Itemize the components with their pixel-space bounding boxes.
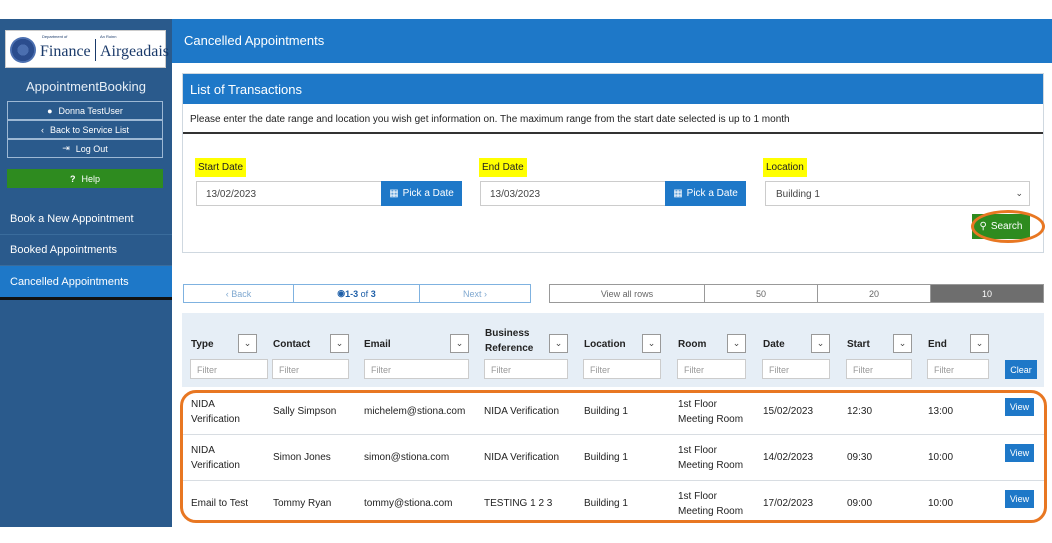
- nav-label: Book a New Appointment: [10, 213, 134, 225]
- col-date: Date: [763, 339, 785, 350]
- filter-contact[interactable]: Filter: [272, 359, 349, 379]
- chevron-down-icon[interactable]: ⌄: [238, 334, 257, 353]
- pager-total: 3: [370, 288, 376, 299]
- user-name: Donna TestUser: [58, 105, 123, 116]
- logo-divider: [95, 39, 96, 61]
- panel-intro: Please enter the date range and location…: [183, 104, 1043, 134]
- app-name: AppointmentBooking: [26, 79, 146, 94]
- filter-type[interactable]: Filter: [190, 359, 268, 379]
- pager-range: 1-3: [345, 288, 359, 299]
- calendar-icon: ▦: [673, 188, 683, 199]
- logout-button[interactable]: ⇥ Log Out: [7, 139, 163, 158]
- nav-label: Cancelled Appointments: [10, 275, 129, 288]
- transactions-panel: List of Transactions Please enter the da…: [182, 73, 1044, 253]
- app-root: Department of Finance An Roinn Airgeadai…: [0, 0, 1052, 543]
- page-title: Cancelled Appointments: [184, 33, 325, 48]
- filter-room[interactable]: Filter: [677, 359, 746, 379]
- help-button[interactable]: ? Help: [7, 169, 163, 188]
- col-start: Start: [847, 339, 870, 350]
- clear-filters-button[interactable]: Clear: [1005, 360, 1037, 379]
- search-annotation-ring: [971, 210, 1045, 243]
- calendar-icon: ▦: [389, 188, 399, 199]
- filter-start[interactable]: Filter: [846, 359, 912, 379]
- nav-cancelled-appointments[interactable]: Cancelled Appointments: [0, 266, 172, 300]
- location-label: Location: [763, 158, 807, 177]
- harp-seal-icon: [10, 37, 36, 63]
- logo-roinn-big: Airgeadais: [100, 43, 170, 60]
- pager-status: ◉ 1-3 of 3: [294, 285, 420, 302]
- chevron-right-icon: ›: [481, 288, 487, 299]
- location-select[interactable]: Building 1 ⌄: [765, 181, 1030, 206]
- chevron-down-icon[interactable]: ⌄: [549, 334, 568, 353]
- question-icon: ?: [69, 173, 76, 184]
- chevron-down-icon[interactable]: ⌄: [642, 334, 661, 353]
- chevron-down-icon[interactable]: ⌄: [811, 334, 830, 353]
- pager-back-label: Back: [231, 288, 252, 299]
- back-label: Back to Service List: [49, 124, 130, 135]
- logout-icon: ⇥: [62, 143, 70, 153]
- chevron-down-icon[interactable]: ⌄: [970, 334, 989, 353]
- end-date-input[interactable]: 13/03/2023: [480, 181, 666, 206]
- logout-label: Log Out: [75, 143, 108, 154]
- end-pick-date-button[interactable]: ▦ Pick a Date: [665, 181, 746, 206]
- department-logo: Department of Finance An Roinn Airgeadai…: [5, 30, 170, 68]
- col-location: Location: [584, 339, 626, 350]
- page-size-selector: View all rows 50 20 10: [549, 284, 1044, 303]
- col-contact: Contact: [273, 339, 311, 350]
- logo-dept-small: Department of: [42, 34, 68, 39]
- rows-annotation-ring: [180, 390, 1047, 523]
- pager-of: of: [360, 288, 369, 299]
- chevron-down-icon[interactable]: ⌄: [450, 334, 469, 353]
- user-button[interactable]: ● Donna TestUser: [7, 101, 163, 120]
- logo-dept-big: Finance: [40, 43, 91, 60]
- chevron-left-icon: ‹: [40, 124, 44, 135]
- chevron-down-icon[interactable]: ⌄: [330, 334, 349, 353]
- pager-next-label: Next: [462, 288, 482, 299]
- nav-book-new-appointment[interactable]: Book a New Appointment: [0, 204, 172, 235]
- filter-business-reference[interactable]: Filter: [484, 359, 568, 379]
- pick-label: Pick a Date: [402, 188, 454, 199]
- page-size-50[interactable]: 50: [705, 285, 818, 302]
- pager-next-button[interactable]: Next ›: [420, 285, 530, 302]
- location-value: Building 1: [776, 189, 820, 200]
- start-pick-date-button[interactable]: ▦ Pick a Date: [381, 181, 462, 206]
- table-header: Type ⌄ Contact ⌄ Email ⌄ Business Refere…: [182, 313, 1044, 387]
- col-room: Room: [678, 339, 707, 350]
- chevron-down-icon[interactable]: ⌄: [727, 334, 746, 353]
- eye-icon: ◉: [337, 288, 346, 298]
- logo-roinn-small: An Roinn: [100, 34, 117, 39]
- chevron-down-icon[interactable]: ⌄: [893, 334, 912, 353]
- chevron-down-icon: ⌄: [1015, 188, 1023, 198]
- pagination: ‹ Back ◉ 1-3 of 3 Next ›: [183, 284, 531, 303]
- start-date-input[interactable]: 13/02/2023: [196, 181, 382, 206]
- page-size-20[interactable]: 20: [818, 285, 931, 302]
- pager-back-button[interactable]: ‹ Back: [184, 285, 294, 302]
- col-type: Type: [191, 339, 214, 350]
- filter-end[interactable]: Filter: [927, 359, 989, 379]
- start-date-label: Start Date: [195, 158, 247, 177]
- user-icon: ●: [47, 105, 53, 116]
- sidebar: Department of Finance An Roinn Airgeadai…: [0, 19, 172, 527]
- back-to-service-list-button[interactable]: ‹ Back to Service List: [7, 120, 163, 139]
- end-date-label: End Date: [479, 158, 527, 177]
- filter-location[interactable]: Filter: [583, 359, 661, 379]
- filter-date[interactable]: Filter: [762, 359, 830, 379]
- filter-email[interactable]: Filter: [364, 359, 469, 379]
- page-header: Cancelled Appointments: [172, 19, 1052, 63]
- nav-label: Booked Appointments: [10, 244, 118, 256]
- panel-title: List of Transactions: [183, 74, 1043, 104]
- col-business-reference: Business Reference: [485, 328, 534, 354]
- col-end: End: [928, 339, 947, 350]
- col-email: Email: [364, 339, 391, 350]
- page-size-10[interactable]: 10: [931, 285, 1043, 302]
- pick-label: Pick a Date: [686, 188, 738, 199]
- view-all-rows-button[interactable]: View all rows: [550, 285, 705, 302]
- help-label: Help: [81, 173, 100, 184]
- nav-booked-appointments[interactable]: Booked Appointments: [0, 235, 172, 266]
